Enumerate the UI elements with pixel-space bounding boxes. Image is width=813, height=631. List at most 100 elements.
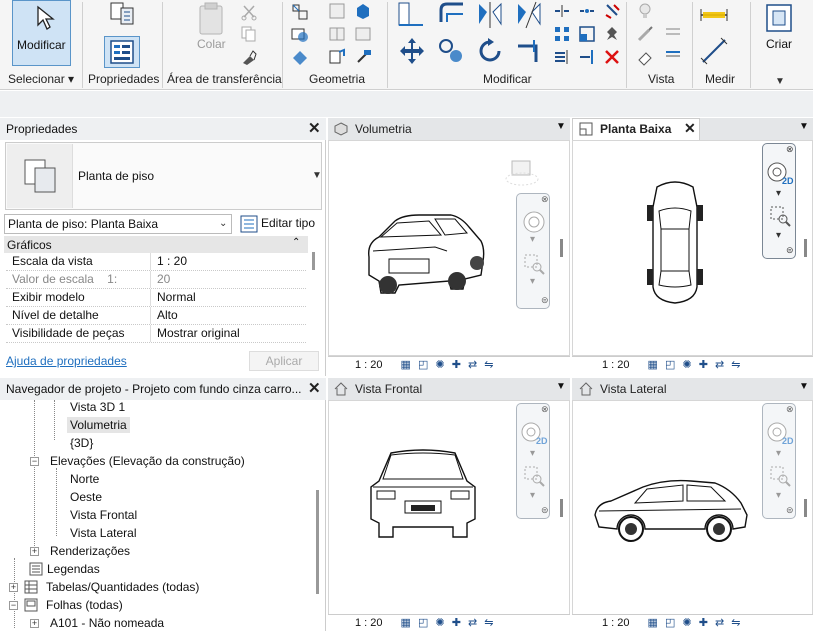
tree-item-renderings[interactable]: Renderizações	[50, 543, 130, 559]
match-properties-icon[interactable]	[240, 48, 258, 66]
view-canvas[interactable]: ⊗ 2D ▾ ▾ ⊜	[572, 400, 813, 616]
tree-item-side-view[interactable]: Vista Lateral	[70, 525, 137, 541]
collapse-icon[interactable]: ⌃	[292, 237, 300, 248]
linework-blue-icon[interactable]	[664, 48, 682, 66]
view-menu-icon[interactable]: ▼	[799, 121, 809, 132]
navigation-bar[interactable]: ⊗ 2D ▾ ▾ ⊜	[762, 143, 796, 259]
tree-item-west[interactable]: Oeste	[70, 489, 102, 505]
eraser-icon[interactable]	[636, 48, 654, 66]
close-icon[interactable]: ⊗	[541, 404, 549, 415]
split-gap-icon[interactable]	[578, 2, 596, 20]
view-canvas[interactable]: ⊗ 2D ▾ ▾ ⊜	[572, 140, 813, 356]
view-menu-icon[interactable]: ▼	[799, 381, 809, 392]
edit-type-button[interactable]: Editar tipo	[261, 216, 315, 230]
collapse-icon[interactable]: −	[30, 457, 39, 466]
browser-scrollbar[interactable]	[316, 490, 319, 594]
mirror-draw-axis-icon[interactable]	[514, 0, 544, 30]
tree-item-3d-view-1[interactable]: Vista 3D 1	[70, 399, 125, 415]
steering-wheel-2d-icon[interactable]: 2D	[766, 160, 794, 186]
trim-extend-icon[interactable]	[514, 36, 544, 66]
override-graphics-icon[interactable]	[636, 25, 654, 43]
tree-item-legends[interactable]: Legendas	[47, 561, 100, 577]
view-header[interactable]: Vista Lateral ▼	[572, 378, 813, 400]
type-dropdown-arrow[interactable]: ▼	[312, 170, 322, 181]
prop-value[interactable]: 1 : 20	[151, 253, 187, 270]
zoom-region-icon[interactable]	[522, 252, 546, 276]
edit-type-icon[interactable]	[239, 214, 259, 234]
tree-item-sheets[interactable]: Folhas (todas)	[46, 597, 123, 613]
move-icon[interactable]	[397, 36, 427, 66]
prop-value[interactable]: Normal	[151, 289, 196, 306]
close-icon[interactable]: ⊗	[786, 404, 794, 415]
close-icon[interactable]: ⊗	[786, 144, 794, 155]
close-icon[interactable]: ⊗	[541, 194, 549, 205]
rotate-icon[interactable]	[475, 36, 505, 66]
copy-icon[interactable]	[240, 25, 258, 43]
nav-menu-icon[interactable]: ⊜	[786, 245, 794, 256]
prop-value[interactable]: Alto	[151, 307, 178, 324]
tree-item-north[interactable]: Norte	[70, 471, 99, 487]
view-scrollbar[interactable]	[804, 239, 807, 257]
nav-menu-icon[interactable]: ⊜	[541, 295, 549, 306]
type-properties-icon[interactable]	[108, 0, 138, 30]
view-header[interactable]: Planta Baixa ✕ ▼	[572, 118, 813, 140]
cut-icon[interactable]	[240, 3, 258, 21]
trim-multiple-icon[interactable]	[553, 48, 571, 66]
align-icon[interactable]	[396, 0, 426, 30]
navigation-bar[interactable]: ⊗ ▾ ▾ ⊜	[516, 193, 550, 309]
close-icon[interactable]: ✕	[308, 379, 321, 397]
navigation-bar[interactable]: ⊗ 2D ▾ ▾ ⊜	[762, 403, 796, 519]
hammer-icon[interactable]	[354, 48, 372, 66]
offset-icon[interactable]	[437, 0, 467, 30]
expand-icon[interactable]: +	[9, 583, 18, 592]
view-header[interactable]: Volumetria ▼	[328, 118, 570, 140]
pin-icon[interactable]	[603, 25, 621, 43]
demolish-icon[interactable]	[354, 2, 372, 20]
view-controls-icons[interactable]: ▦ ◰ ✺ ✚ ⇄ ⇋	[648, 616, 743, 629]
paint-icon[interactable]	[328, 48, 346, 66]
copy-element-icon[interactable]	[436, 36, 466, 66]
view-controls-icons[interactable]: ▦ ◰ ✺ ✚ ⇄ ⇋	[648, 358, 743, 371]
zoom-region-icon[interactable]	[768, 464, 792, 488]
steering-wheel-2d-icon[interactable]: 2D	[520, 420, 548, 446]
delete-icon[interactable]	[603, 48, 621, 66]
close-icon[interactable]: ✕	[308, 119, 321, 137]
view-scrollbar[interactable]	[804, 499, 807, 517]
view-controls-icons[interactable]: ▦ ◰ ✺ ✚ ⇄ ⇋	[401, 358, 496, 371]
cope-icon[interactable]	[290, 2, 310, 22]
tree-item-elevations[interactable]: Elevações (Elevação da construção)	[50, 453, 245, 469]
mirror-pick-axis-icon[interactable]	[475, 0, 505, 30]
tree-item-3d-default[interactable]: {3D}	[70, 435, 93, 451]
steering-wheel-icon[interactable]	[522, 210, 546, 234]
tree-item-front-view[interactable]: Vista Frontal	[70, 507, 137, 523]
apply-button[interactable]: Aplicar	[249, 351, 319, 371]
modify-tool-button[interactable]: Modificar	[12, 0, 71, 66]
wall-joins-icon[interactable]	[328, 2, 346, 20]
hide-bulb-icon[interactable]	[636, 2, 654, 20]
properties-scrollbar[interactable]	[312, 252, 315, 270]
close-icon[interactable]: ✕	[684, 120, 696, 137]
view-scrollbar[interactable]	[560, 239, 563, 257]
view-header[interactable]: Vista Frontal ▼	[328, 378, 570, 400]
measure-distance-icon[interactable]	[699, 4, 729, 26]
unpin-icon[interactable]	[603, 2, 621, 20]
array-icon[interactable]	[553, 25, 571, 43]
remove-paint-icon[interactable]	[354, 25, 372, 43]
navigation-bar[interactable]: ⊗ 2D ▾ ▾ ⊜	[516, 403, 550, 519]
view-canvas[interactable]: ⊗ ▾ ▾ ⊜	[328, 140, 570, 356]
nav-menu-icon[interactable]: ⊜	[541, 505, 549, 516]
type-selector[interactable]: Planta de piso ▼	[5, 142, 322, 210]
zoom-region-icon[interactable]	[768, 204, 792, 228]
scale-icon[interactable]	[578, 25, 596, 43]
view-scale[interactable]: 1 : 20	[602, 617, 630, 629]
collapse-icon[interactable]: −	[9, 601, 18, 610]
view-scale[interactable]: 1 : 20	[602, 359, 630, 371]
view-scrollbar[interactable]	[560, 499, 563, 517]
create-component-icon[interactable]	[763, 1, 795, 35]
view-canvas[interactable]: ⊗ 2D ▾ ▾ ⊜	[328, 400, 570, 616]
linework-icon[interactable]	[664, 25, 682, 43]
viewcube-icon[interactable]	[504, 157, 540, 187]
view-menu-icon[interactable]: ▼	[556, 121, 566, 132]
cut-geometry-icon[interactable]	[290, 25, 310, 45]
zoom-region-icon[interactable]	[522, 464, 546, 488]
